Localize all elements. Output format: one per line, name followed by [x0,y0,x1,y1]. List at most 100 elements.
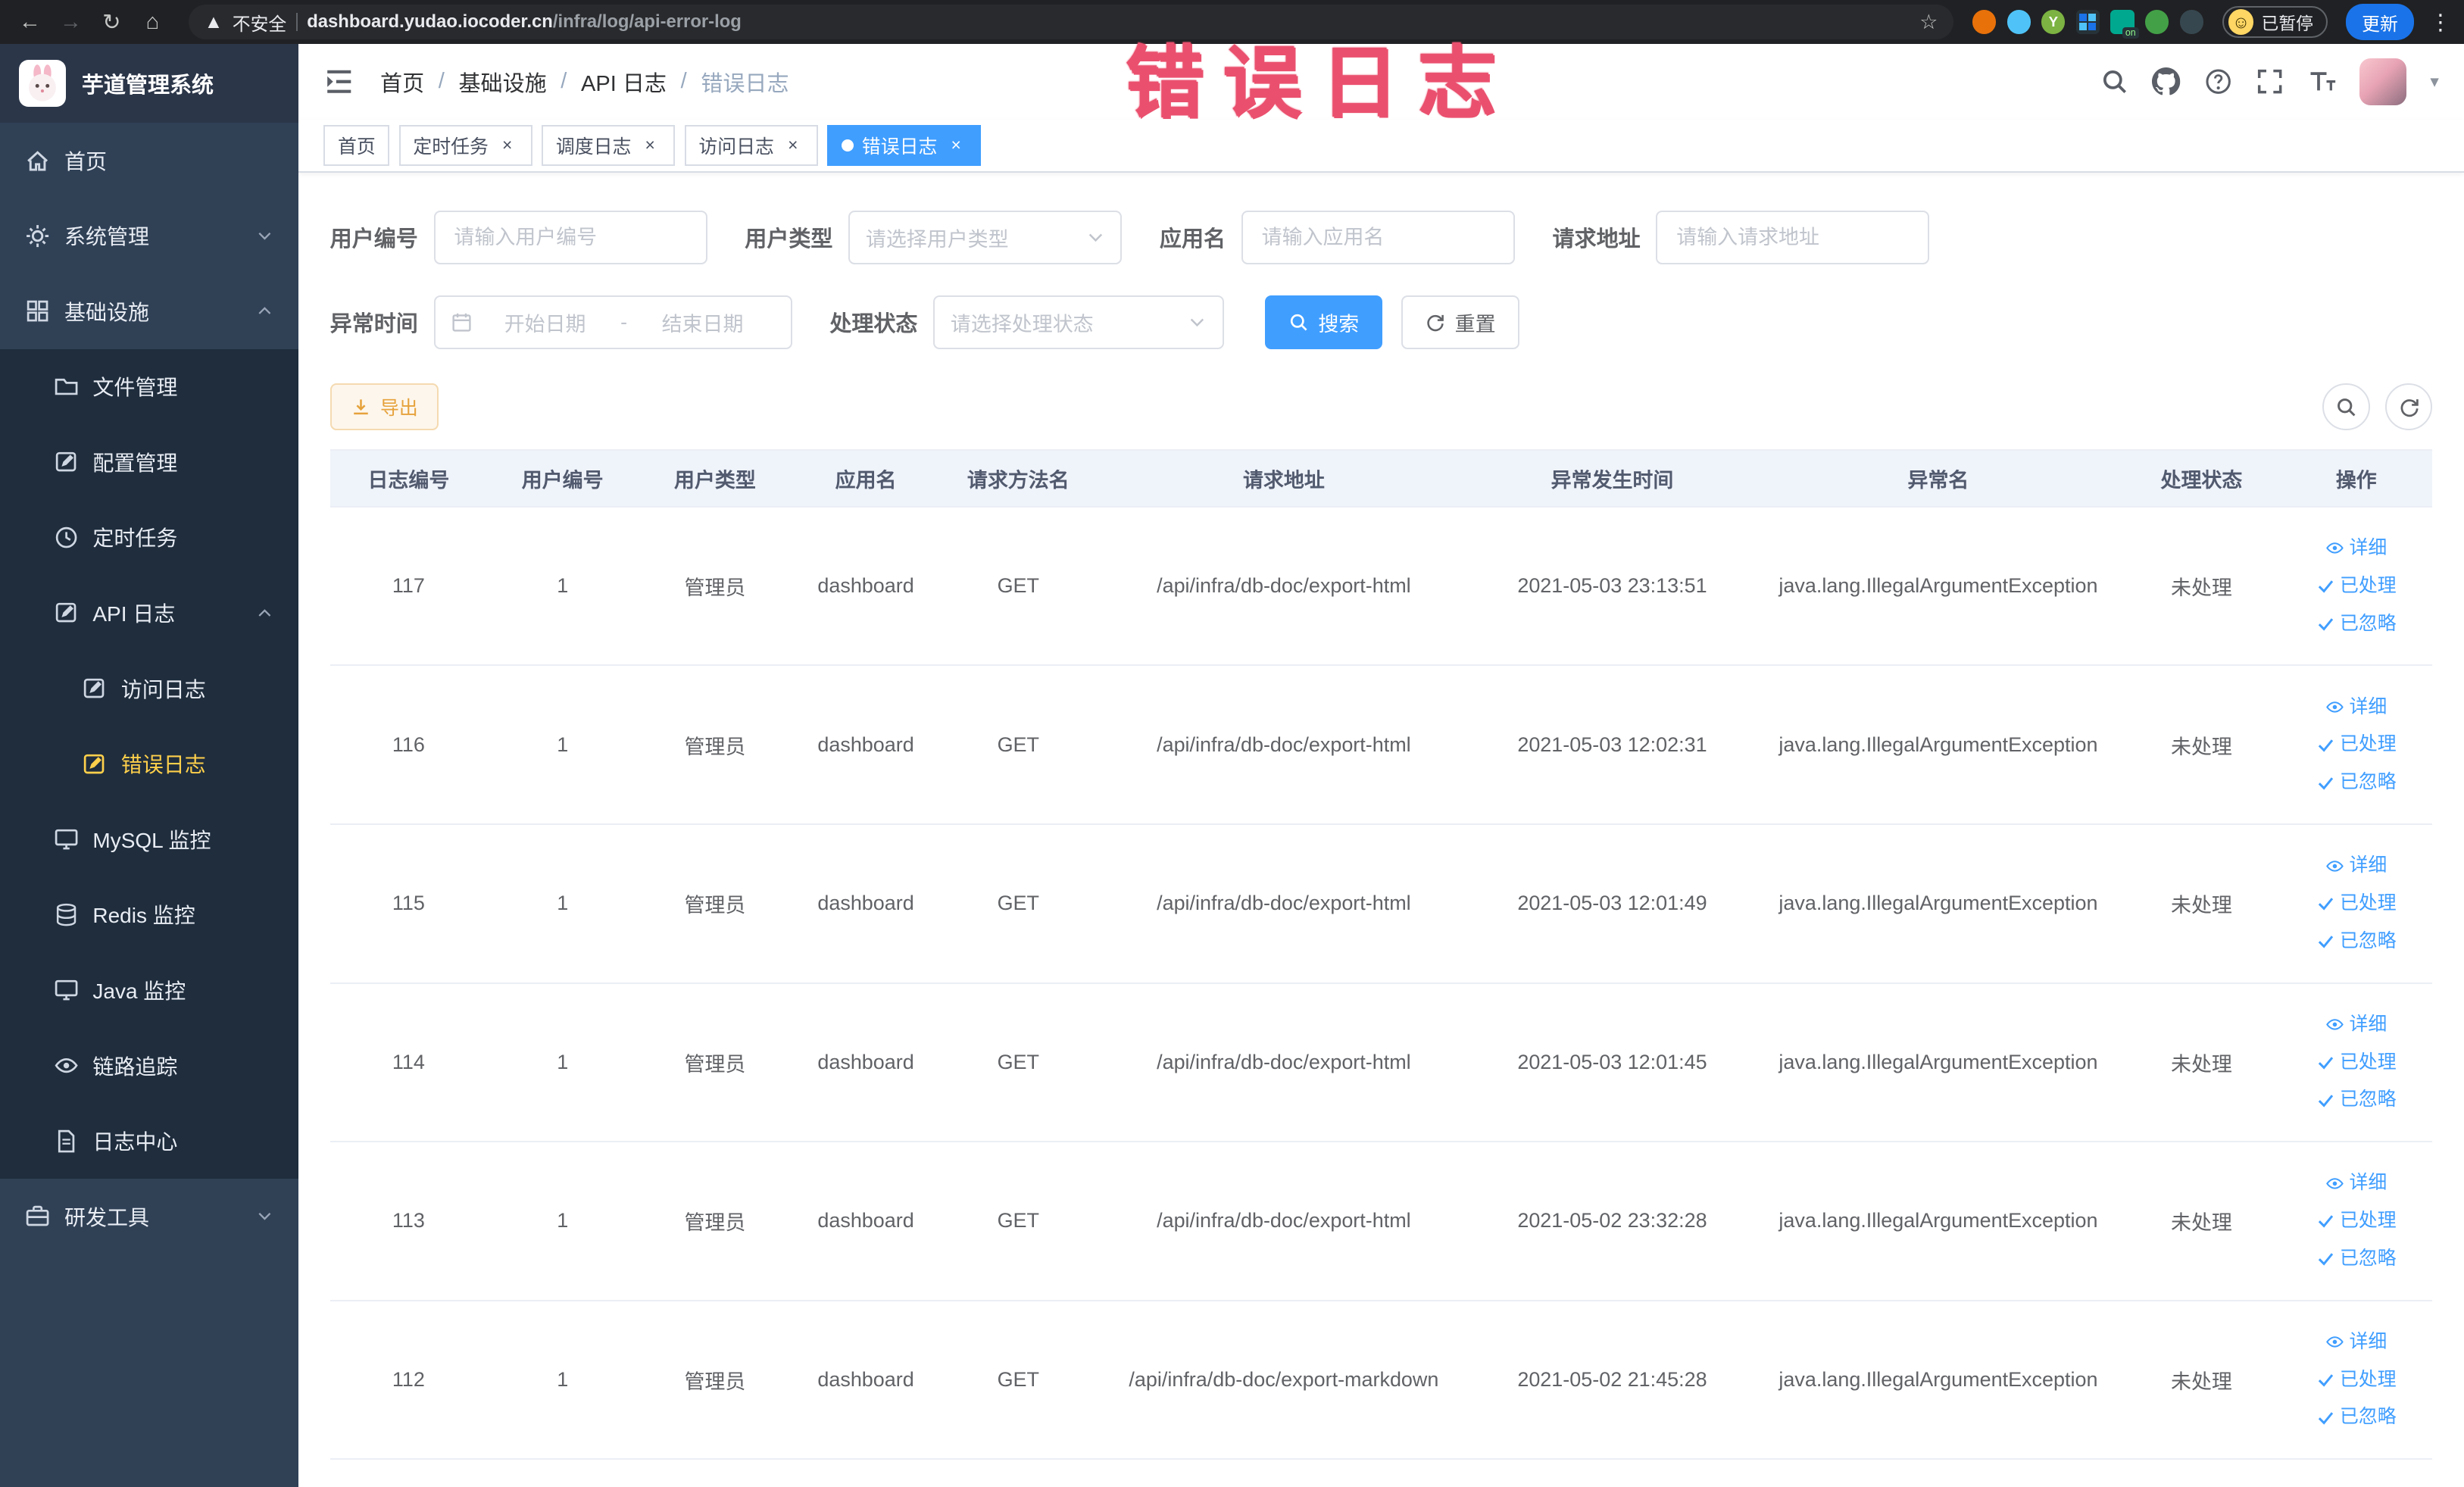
column-header: 日志编号 [367,469,450,492]
close-icon[interactable]: × [945,134,967,156]
extension-icon[interactable] [1972,10,1997,34]
tab-error-log[interactable]: 错误日志 × [827,124,982,166]
action-detail-link[interactable]: 详细 [2325,532,2387,565]
sidebar-item-access-log[interactable]: 访问日志 [0,651,298,726]
sidebar-item-redis-monitor[interactable]: Redis 监控 [0,877,298,953]
action-ignored-link[interactable]: 已忽略 [2316,925,2397,958]
extension-icon[interactable] [2179,10,2203,34]
action-detail-link[interactable]: 详细 [2325,1167,2387,1200]
avatar[interactable] [2359,58,2407,105]
eye-icon [2325,539,2344,558]
chevron-down-icon[interactable]: ▾ [2430,71,2438,92]
action-ignored-link[interactable]: 已忽略 [2316,1401,2397,1434]
chevron-up-icon [256,302,273,320]
date-range-picker[interactable]: 开始日期 - 结束日期 [433,295,792,349]
fullscreen-icon[interactable] [2256,67,2284,95]
action-detail-link[interactable]: 详细 [2325,691,2387,724]
table-header: 日志编号 用户编号 用户类型 应用名 请求方法名 请求地址 异常发生时间 异常名… [329,451,2433,508]
action-detail-link[interactable]: 详细 [2325,1008,2387,1042]
browser-back-button[interactable]: ← [13,5,48,39]
action-ignored-link[interactable]: 已忽略 [2316,1242,2397,1276]
breadcrumb-item[interactable]: 首页 [380,66,424,98]
browser-update-button[interactable]: 更新 [2346,4,2414,40]
cell-status: 未处理 [2170,894,2232,917]
action-processed-link[interactable]: 已处理 [2316,1204,2397,1238]
font-size-icon[interactable] [2308,67,2336,95]
action-ignored-link[interactable]: 已忽略 [2316,1083,2397,1117]
cell-request-url: /api/infra/db-doc/export-html [1157,733,1411,756]
breadcrumb-item[interactable]: 基础设施 [459,66,547,98]
extension-icon[interactable] [2006,10,2031,34]
sidebar-fold-icon[interactable] [323,66,354,97]
sidebar-item-trace[interactable]: 链路追踪 [0,1028,298,1104]
breadcrumb-item[interactable]: API 日志 [581,66,667,98]
address-bar[interactable]: ▲︎ 不安全 dashboard.yudao.iocoder.cn/infra/… [188,5,1954,39]
check-icon [2316,736,2335,754]
sidebar-item-scheduled-tasks[interactable]: 定时任务 [0,500,298,576]
table-toolbar: 导出 [298,380,2464,449]
close-icon[interactable]: × [782,134,804,156]
process-status-select[interactable]: 请选择处理状态 [933,295,1224,349]
action-detail-link[interactable]: 详细 [2325,849,2387,883]
sidebar-item-infrastructure[interactable]: 基础设施 [0,273,298,349]
github-icon[interactable] [2152,67,2180,95]
cell-actions: 详细 已处理 已忽略 [2280,1142,2432,1300]
refresh-button[interactable] [2385,383,2433,431]
security-label[interactable]: 不安全 [233,9,287,36]
sidebar-item-system-management[interactable]: 系统管理 [0,198,298,273]
sidebar-item-error-log[interactable]: 错误日志 [0,726,298,801]
cell-user-id: 1 [557,1367,569,1391]
action-processed-link[interactable]: 已处理 [2316,887,2397,920]
sidebar-item-java-monitor[interactable]: Java 监控 [0,952,298,1028]
briefcase-icon [25,1204,50,1229]
search-toggle-button[interactable] [2322,383,2370,431]
tab-label: 调度日志 [555,136,632,158]
tab-home[interactable]: 首页 [323,124,390,166]
tab-scheduled-task[interactable]: 定时任务 × [398,124,532,166]
action-ignored-link[interactable]: 已忽略 [2316,608,2397,641]
screen: ← → ↻ ⌂ ▲︎ 不安全 dashboard.yudao.iocoder.c… [0,0,2464,1487]
extension-icon[interactable]: Y [2041,10,2066,34]
request-url-input[interactable] [1656,210,1930,264]
cell-method: GET [997,1209,1039,1232]
export-button[interactable]: 导出 [329,383,439,431]
sidebar-item-mysql-monitor[interactable]: MySQL 监控 [0,801,298,877]
action-processed-link[interactable]: 已处理 [2316,1046,2397,1079]
sidebar-item-api-logs[interactable]: API 日志 [0,575,298,651]
action-processed-link[interactable]: 已处理 [2316,728,2397,761]
browser-home-button[interactable]: ⌂ [135,5,170,39]
action-processed-link[interactable]: 已处理 [2316,570,2397,603]
action-processed-link[interactable]: 已处理 [2316,1364,2397,1397]
action-ignored-link[interactable]: 已忽略 [2316,766,2397,799]
browser-forward-button[interactable]: → [54,5,89,39]
help-icon[interactable] [2204,67,2232,95]
extension-icon[interactable]: on [2110,10,2139,39]
browser-reload-button[interactable]: ↻ [94,5,129,39]
search-button[interactable]: 搜索 [1264,295,1383,349]
reset-button[interactable]: 重置 [1401,295,1519,349]
extension-icon[interactable] [2075,10,2100,34]
tab-schedule-log[interactable]: 调度日志 × [542,124,676,166]
sidebar-item-file-management[interactable]: 文件管理 [0,349,298,425]
sidebar-item-home[interactable]: 首页 [0,123,298,198]
bookmark-star-icon[interactable]: ☆ [1919,11,1938,34]
tab-access-log[interactable]: 访问日志 × [684,124,818,166]
table-row: 114 1 管理员 dashboard GET /api/infra/db-do… [329,984,2433,1143]
app-name-input[interactable] [1241,210,1515,264]
sidebar-item-dev-tools[interactable]: 研发工具 [0,1179,298,1254]
close-icon[interactable]: × [496,134,518,156]
user-type-select[interactable]: 请选择用户类型 [848,210,1123,264]
extension-icon[interactable] [2145,10,2169,34]
browser-menu-icon[interactable]: ⋮ [2429,9,2451,36]
user-id-input[interactable] [433,210,707,264]
sidebar-item-config-management[interactable]: 配置管理 [0,424,298,500]
action-detail-link[interactable]: 详细 [2325,1326,2387,1359]
cell-request-url: /api/infra/db-doc/export-html [1157,574,1411,598]
sidebar-item-log-center[interactable]: 日志中心 [0,1103,298,1179]
cell-log-id: 114 [392,1050,425,1073]
search-icon[interactable] [2100,67,2128,95]
close-icon[interactable]: × [639,134,661,156]
url-text[interactable]: dashboard.yudao.iocoder.cn/infra/log/api… [307,11,742,33]
browser-profile-chip[interactable]: ☺︎ 已暂停 [2222,6,2328,38]
cell-user-type: 管理员 [684,576,746,600]
